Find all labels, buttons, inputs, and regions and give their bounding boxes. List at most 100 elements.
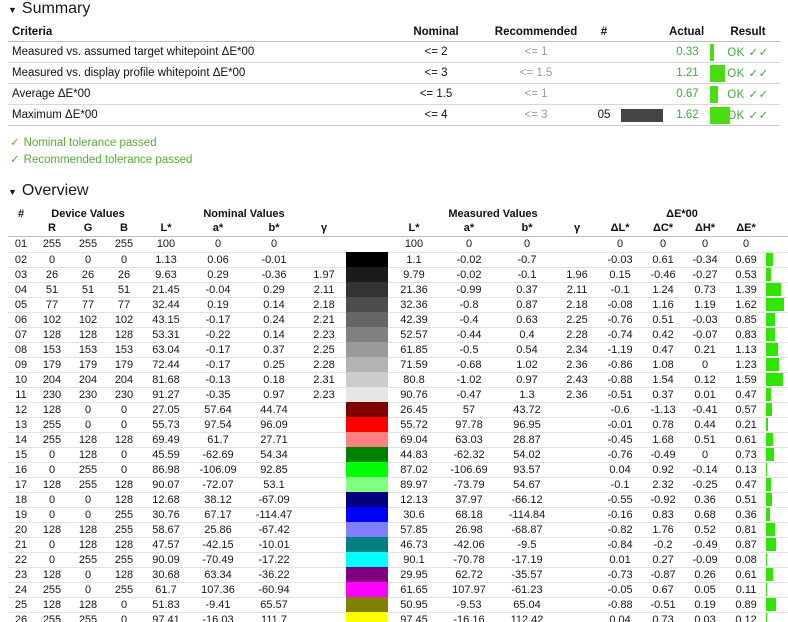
overview-cell-nominal-a: -0.13 <box>190 372 246 388</box>
overview-title: Overview <box>21 182 89 199</box>
delta-e-bar <box>766 343 779 356</box>
overview-cell-nominal-a: 67.17 <box>190 507 246 523</box>
overview-cell-b: 51 <box>106 282 142 298</box>
overview-cell-delta-e-bar <box>766 522 788 538</box>
overview-cell-nominal-l: 53.31 <box>142 327 190 343</box>
overview-cell-delta-c: 0.92 <box>642 462 685 478</box>
overview-cell-index: 14 <box>8 432 34 448</box>
overview-section-header[interactable]: ▼ Overview <box>0 182 788 200</box>
color-swatch <box>346 477 388 492</box>
col-measured-a: a* <box>440 221 498 237</box>
overview-cell-measured-b: 1.3 <box>498 387 556 403</box>
overview-cell-b: 128 <box>106 537 142 553</box>
overview-cell-g: 255 <box>70 462 106 478</box>
overview-cell-g: 128 <box>70 327 106 343</box>
overview-cell-measured-gamma <box>556 402 599 418</box>
overview-cell-delta-l: -0.76 <box>598 447 643 463</box>
overview-cell-delta-e-bar <box>766 402 788 418</box>
color-swatch <box>346 417 388 432</box>
overview-cell-delta-l: -0.6 <box>598 402 643 418</box>
overview-cell-nominal-a: -62.69 <box>190 447 246 463</box>
table-row: 22 0 255 255 90.09 -70.49 -17.22 90.1 -70.78 -17.… <box>8 552 788 568</box>
overview-cell-nominal-b: -114.47 <box>246 507 302 523</box>
overview-cell-index: 11 <box>8 387 34 403</box>
overview-cell-delta-c: 0 <box>642 236 685 253</box>
overview-cell-r: 128 <box>34 567 70 583</box>
col-measured-l: L* <box>388 221 440 237</box>
overview-cell-g: 255 <box>70 552 106 568</box>
overview-cell-nominal-a: 63.34 <box>190 567 246 583</box>
overview-cell-delta-l: -0.08 <box>598 297 643 313</box>
overview-cell-b: 0 <box>106 597 142 613</box>
delta-e-bar <box>766 313 776 326</box>
overview-cell-r: 0 <box>34 537 70 553</box>
overview-cell-measured-l: 55.72 <box>388 417 440 433</box>
overview-cell-b: 204 <box>106 372 142 388</box>
chevron-down-icon[interactable]: ▼ <box>8 187 17 197</box>
overview-cell-measured-a: -0.8 <box>440 297 498 313</box>
overview-cell-measured-l: 57.85 <box>388 522 440 538</box>
summary-cell-bar <box>710 41 716 63</box>
overview-cell-delta-c: 1.08 <box>642 357 685 373</box>
overview-cell-nominal-b: -10.01 <box>246 537 302 553</box>
color-swatch <box>346 582 388 597</box>
overview-cell-delta-e-bar <box>766 357 788 373</box>
overview-cell-nominal-gamma <box>302 612 346 622</box>
delta-e-bar <box>766 463 768 476</box>
overview-cell-measured-b: -35.57 <box>498 567 556 583</box>
overview-cell-measured-b: -66.12 <box>498 492 556 508</box>
overview-cell-r: 51 <box>34 282 70 298</box>
overview-cell-delta-h: 0.36 <box>684 492 727 508</box>
overview-cell-measured-a: -0.99 <box>440 282 498 298</box>
table-row: 25 128 128 0 51.83 -9.41 65.57 50.95 -9.53 65.04-… <box>8 597 788 613</box>
table-row: 02 0 0 0 1.13 0.06 -0.01 1.1 -0.02 -0.7 -0.03 0.61-… <box>8 252 788 268</box>
overview-cell-index: 23 <box>8 567 34 583</box>
overview-cell-delta-c: -1.13 <box>642 402 685 418</box>
overview-cell-delta-e: 0.85 <box>726 312 767 328</box>
overview-cell-measured-a: -0.02 <box>440 252 498 268</box>
overview-cell-nominal-b: 44.74 <box>246 402 302 418</box>
summary-cell-actual: 0.33 <box>665 41 710 63</box>
color-swatch <box>346 462 388 477</box>
col-r: R <box>34 221 70 237</box>
summary-col-swatch <box>617 24 665 42</box>
overview-cell-nominal-gamma <box>302 522 346 538</box>
overview-cell-swatch <box>346 522 388 537</box>
overview-cell-nominal-gamma <box>302 552 346 568</box>
overview-cell-b: 0 <box>106 447 142 463</box>
summary-cell-hash: 05 <box>591 104 617 126</box>
overview-cell-nominal-gamma <box>302 447 346 463</box>
overview-cell-g: 128 <box>70 432 106 448</box>
table-row: 23 128 0 128 30.68 63.34 -36.22 29.95 62.72 -35.5… <box>8 567 788 583</box>
summary-row: Average ΔE*00 <= 1.5 <= 1 0.67 OK ✓✓ <box>8 83 780 105</box>
summary-row: Measured vs. display profile whitepoint … <box>8 62 780 84</box>
chevron-down-icon[interactable]: ▼ <box>8 5 17 15</box>
overview-cell-delta-c: 1.76 <box>642 522 685 538</box>
color-swatch <box>346 297 388 312</box>
overview-cell-measured-l: 61.65 <box>388 582 440 598</box>
overview-cell-delta-c: 0.42 <box>642 327 685 343</box>
tolerance-note: ✓ Recommended tolerance passed <box>10 152 788 169</box>
overview-cell-nominal-a: 61.7 <box>190 432 246 448</box>
color-swatch <box>346 447 388 462</box>
summary-bar <box>710 43 714 61</box>
overview-cell-swatch <box>346 447 388 462</box>
overview-cell-delta-h: -0.09 <box>684 552 727 568</box>
overview-cell-delta-l: -0.16 <box>598 507 643 523</box>
delta-e-bar <box>766 403 773 416</box>
overview-table: # Device Values Nominal Values Measured … <box>8 206 788 622</box>
overview-cell-r: 179 <box>34 357 70 373</box>
summary-section-header[interactable]: ▼ Summary <box>0 0 788 18</box>
overview-cell-b: 0 <box>106 402 142 418</box>
overview-cell-measured-b: 0 <box>498 236 556 253</box>
delta-e-bar <box>766 538 777 551</box>
summary-cell-swatch <box>617 83 665 105</box>
overview-cell-nominal-b: 0 <box>246 236 302 253</box>
overview-cell-measured-l: 69.04 <box>388 432 440 448</box>
overview-cell-nominal-b: 0.14 <box>246 327 302 343</box>
overview-cell-swatch <box>346 252 388 267</box>
overview-cell-r: 128 <box>34 597 70 613</box>
summary-cell-nominal: <= 2 <box>391 41 481 63</box>
overview-cell-measured-a: 107.97 <box>440 582 498 598</box>
overview-cell-nominal-gamma <box>302 537 346 553</box>
